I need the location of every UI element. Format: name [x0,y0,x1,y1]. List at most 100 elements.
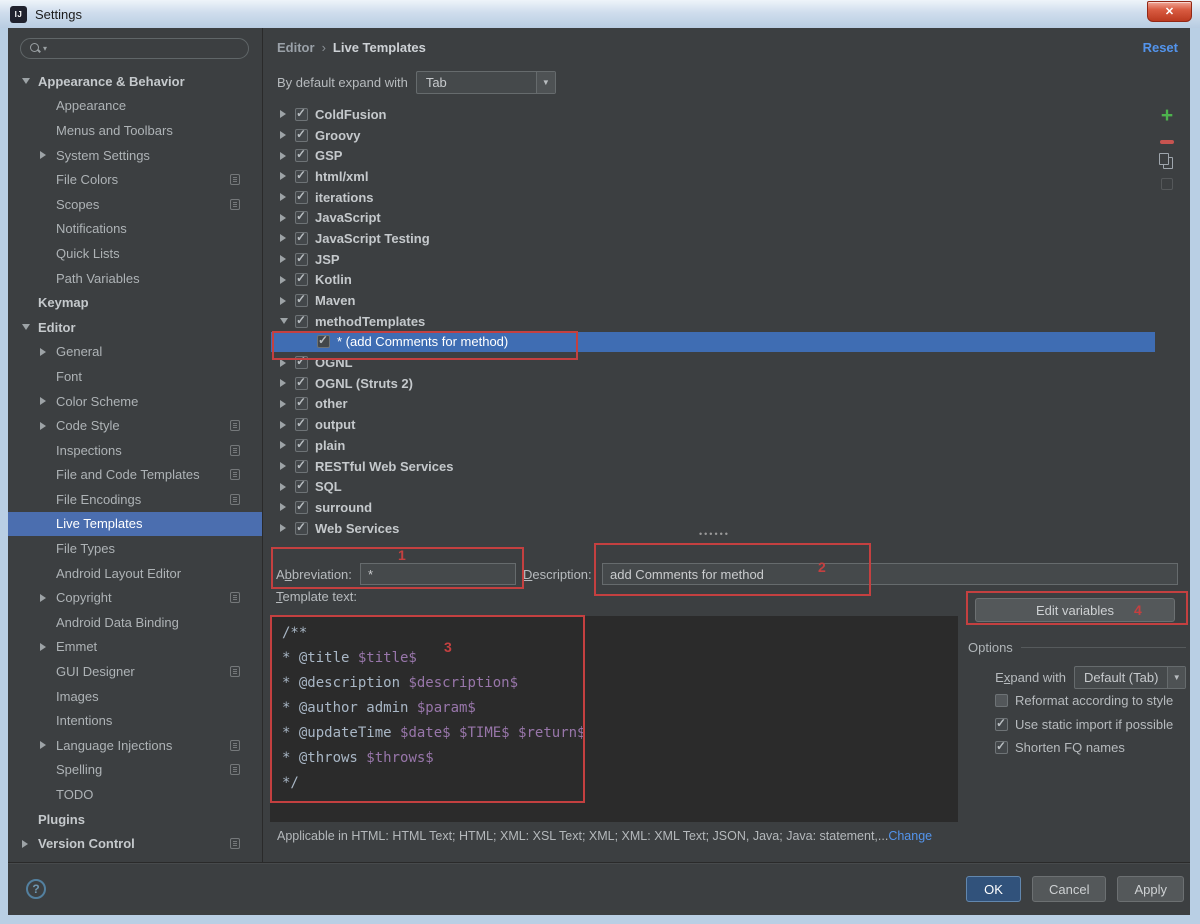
sidebar-item-color-scheme[interactable]: Color Scheme [8,389,262,414]
template-checkbox[interactable] [295,292,308,308]
sidebar-item-images[interactable]: Images [8,684,262,709]
chevron-collapsed-icon[interactable] [280,193,286,202]
sidebar-item-quick-lists[interactable]: Quick Lists [8,241,262,266]
template-checkbox[interactable] [317,333,330,349]
search-input[interactable]: ▾ [20,38,249,59]
chevron-collapsed-icon[interactable] [40,421,46,430]
change-link[interactable]: Change [888,829,932,843]
template-checkbox[interactable] [295,354,308,370]
sidebar-item-version-control[interactable]: Version Control [8,831,262,856]
template-checkbox[interactable] [295,271,308,287]
sidebar-item-copyright[interactable]: Copyright [8,585,262,610]
sidebar-item-android-data-binding[interactable]: Android Data Binding [8,610,262,635]
sidebar-item-file-and-code-templates[interactable]: File and Code Templates [8,463,262,488]
sidebar-item-font[interactable]: Font [8,364,262,389]
template-tree-row-add-comments-for-method[interactable]: * (add Comments for method) [271,331,1155,353]
option-checkbox-reformat-according-to-style[interactable]: Reformat according to style [995,693,1173,708]
template-checkbox[interactable] [295,313,308,328]
chevron-expanded-icon[interactable] [280,318,288,325]
template-checkbox[interactable] [295,499,308,514]
sidebar-item-path-variables[interactable]: Path Variables [8,266,262,291]
sidebar-item-code-style[interactable]: Code Style [8,413,262,438]
chevron-collapsed-icon[interactable] [280,524,286,533]
template-tree-row-javascript[interactable]: JavaScript [271,207,1155,228]
sidebar-item-inspections[interactable]: Inspections [8,438,262,463]
chevron-collapsed-icon[interactable] [40,347,46,356]
close-button[interactable]: ✕ [1147,1,1192,22]
chevron-collapsed-icon[interactable] [280,296,286,305]
chevron-collapsed-icon[interactable] [280,234,286,243]
sidebar-item-plugins[interactable]: Plugins [8,807,262,832]
chevron-collapsed-icon[interactable] [22,839,28,848]
template-tree-row-jsp[interactable]: JSP [271,249,1155,270]
template-checkbox[interactable] [295,251,308,266]
splitter-handle[interactable]: •••••• [699,529,730,539]
template-checkbox[interactable] [295,520,308,535]
chevron-expanded-icon[interactable] [22,78,30,85]
chevron-collapsed-icon[interactable] [280,275,286,284]
template-tree-row-kotlin[interactable]: Kotlin [271,270,1155,291]
sidebar-item-file-colors[interactable]: File Colors [8,167,262,192]
sidebar-item-android-layout-editor[interactable]: Android Layout Editor [8,561,262,586]
sidebar-item-notifications[interactable]: Notifications [8,217,262,242]
template-tree-row-other[interactable]: other [271,394,1155,415]
template-tree-row-groovy[interactable]: Groovy [271,125,1155,146]
sidebar-item-emmet[interactable]: Emmet [8,635,262,660]
sidebar-item-gui-designer[interactable]: GUI Designer [8,659,262,684]
sidebar-item-keymap[interactable]: Keymap [8,290,262,315]
add-template-icon[interactable]: + [1161,105,1173,130]
sidebar-item-todo[interactable]: TODO [8,782,262,807]
chevron-collapsed-icon[interactable] [280,213,286,222]
abbreviation-field[interactable]: * [360,563,516,585]
template-checkbox[interactable] [295,395,308,411]
ok-button[interactable]: OK [966,876,1021,902]
edit-variables-button[interactable]: Edit variables [975,598,1175,622]
chevron-collapsed-icon[interactable] [280,420,286,429]
paste-icon[interactable] [1161,178,1173,190]
sidebar-item-live-templates[interactable]: Live Templates [8,511,262,537]
sidebar-item-system-settings[interactable]: System Settings [8,143,262,168]
sidebar-item-menus-and-toolbars[interactable]: Menus and Toolbars [8,118,262,143]
help-button[interactable]: ? [26,879,46,899]
template-tree-row-plain[interactable]: plain [271,435,1155,456]
chevron-collapsed-icon[interactable] [280,131,286,140]
chevron-collapsed-icon[interactable] [280,379,286,388]
sidebar-item-file-encodings[interactable]: File Encodings [8,487,262,512]
sidebar-item-general[interactable]: General [8,340,262,365]
template-checkbox[interactable] [295,147,308,163]
chevron-expanded-icon[interactable] [22,324,30,331]
sidebar-item-file-types[interactable]: File Types [8,536,262,561]
sidebar-item-language-injections[interactable]: Language Injections [8,733,262,758]
template-checkbox[interactable] [295,478,308,494]
chevron-collapsed-icon[interactable] [280,255,286,264]
options-expand-select[interactable]: Default (Tab) ▼ [1074,665,1186,689]
template-checkbox[interactable] [295,230,308,245]
template-tree-row-html-xml[interactable]: html/xml [271,166,1155,187]
template-checkbox[interactable] [295,168,308,183]
chevron-collapsed-icon[interactable] [280,358,286,367]
template-tree-row-maven[interactable]: Maven [271,290,1155,311]
reset-link[interactable]: Reset [1143,40,1178,55]
cancel-button[interactable]: Cancel [1032,876,1107,902]
template-checkbox[interactable] [295,437,308,452]
remove-template-icon[interactable] [1160,140,1174,144]
sidebar-item-editor[interactable]: Editor [8,315,262,340]
template-checkbox[interactable] [295,416,308,432]
template-checkbox[interactable] [295,209,308,225]
chevron-collapsed-icon[interactable] [280,503,286,512]
chevron-collapsed-icon[interactable] [280,462,286,471]
template-tree-row-methodtemplates[interactable]: methodTemplates [271,311,1155,332]
template-tree-row-iterations[interactable]: iterations [271,187,1155,208]
template-tree-row-restful-web-services[interactable]: RESTful Web Services [271,456,1155,477]
template-tree-row-gsp[interactable]: GSP [271,145,1155,166]
chevron-collapsed-icon[interactable] [280,172,286,181]
template-checkbox[interactable] [295,127,308,142]
chevron-collapsed-icon[interactable] [40,741,46,750]
sidebar-item-appearance-behavior[interactable]: Appearance & Behavior [8,69,262,94]
checkbox-icon[interactable] [995,694,1008,707]
default-expand-select[interactable]: Tab ▼ [415,71,556,94]
chevron-collapsed-icon[interactable] [280,482,286,491]
duplicate-icon[interactable] [1159,153,1175,170]
template-tree-row-coldfusion[interactable]: ColdFusion [271,104,1155,125]
chevron-collapsed-icon[interactable] [40,593,46,602]
